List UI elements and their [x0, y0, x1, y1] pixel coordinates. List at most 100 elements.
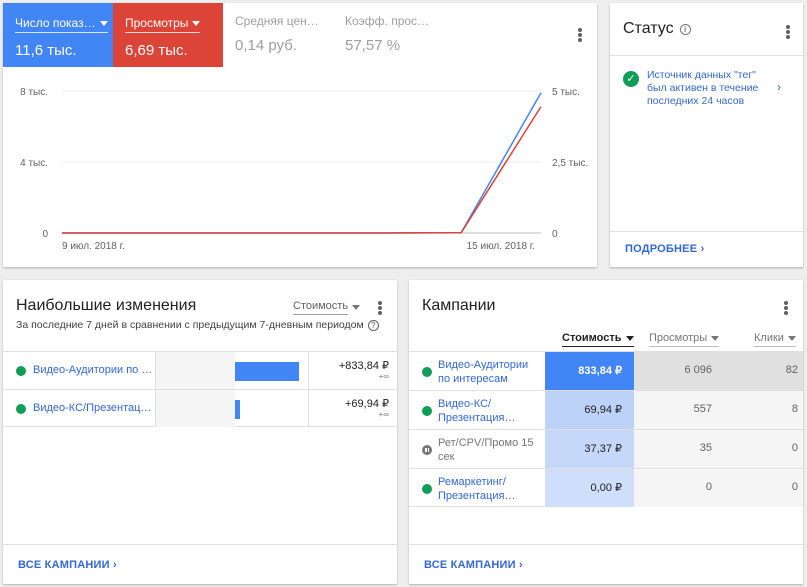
views-cell: 35 [634, 430, 722, 468]
table-row: Видео-Аудитории по … +833,84 ₽ +∞ [3, 351, 397, 389]
info-icon[interactable]: i [679, 23, 691, 35]
views-cell: 6 096 [634, 352, 722, 390]
x-axis-tick-label: 15 июл. 2018 г. [467, 241, 535, 252]
status-message: Источник данных "тег" был активен в тече… [647, 69, 759, 107]
change-bar [235, 400, 240, 419]
change-value: +69,94 ₽ [344, 398, 389, 410]
table-row: Ремаркетинг/ Презентация… 0,00 ₽ 0 0 [409, 468, 803, 507]
cost-cell: 0,00 ₽ [545, 469, 634, 507]
views-cell: 557 [634, 391, 722, 429]
right-axis-tick-label: 2,5 тыс. [552, 158, 588, 169]
series-line [62, 92, 542, 234]
metric-views-value: 6,69 тыс. [125, 42, 188, 59]
more-options-icon[interactable] [778, 298, 794, 318]
all-campaigns-link[interactable]: ВСЕ КАМПАНИИ › [424, 559, 523, 571]
cost-cell: 69,94 ₽ [545, 391, 634, 429]
column-header-cost[interactable]: Стоимость [562, 332, 634, 347]
dropdown-arrow-icon [352, 305, 361, 310]
dropdown-arrow-icon [99, 20, 108, 26]
x-axis-tick-label: 9 июл. 2018 г. [62, 241, 125, 252]
divider [610, 55, 803, 56]
line-chart: 0 4 тыс. 8 тыс. 0 2,5 тыс. 5 тыс. 9 июл. 2018 … [20, 87, 588, 252]
metric-view-rate[interactable]: Коэфф. прос… 57,57 % [333, 3, 443, 67]
status-active-icon [422, 484, 432, 494]
left-axis-tick-label: 0 [42, 229, 48, 240]
metric-impressions[interactable]: Число показ… 11,6 тыс. [3, 3, 113, 67]
changes-subtitle: За последние 7 дней в сравнении с предыд… [16, 319, 379, 331]
campaigns-card: Кампании Стоимость Просмотры Клики Видео… [409, 280, 803, 584]
status-message-row[interactable]: ✓ Источник данных "тег" был активен в те… [623, 69, 793, 108]
all-campaigns-link[interactable]: ВСЕ КАМПАНИИ › [18, 559, 117, 571]
sort-arrow-icon [625, 335, 634, 341]
change-delta: +∞ [378, 410, 389, 419]
metric-avg-cost-label: Средняя цен… [235, 14, 319, 28]
table-row: Рет/CPV/Промо 15 сек 37,37 ₽ 35 0 [409, 429, 803, 468]
divider [610, 231, 803, 232]
more-options-icon[interactable] [572, 25, 588, 45]
campaign-link[interactable]: Ремаркетинг/ Презентация… [438, 475, 542, 503]
table-row: Видео-КС/ Презентация… 69,94 ₽ 557 8 [409, 390, 803, 429]
clicks-cell: 0 [722, 430, 803, 468]
left-axis-tick-label: 8 тыс. [20, 87, 48, 98]
metric-selector[interactable]: Стоимость [293, 300, 361, 315]
dropdown-arrow-icon [787, 335, 796, 341]
status-paused-icon [422, 445, 432, 455]
status-active-icon [422, 406, 432, 416]
series-line [62, 106, 542, 234]
right-axis-tick-label: 5 тыс. [552, 87, 580, 98]
status-active-icon [422, 367, 432, 377]
table-row: Видео-КС/Презентац… +69,94 ₽ +∞ [3, 389, 397, 427]
biggest-changes-card: Наибольшие изменения Стоимость За послед… [3, 280, 397, 584]
metric-views-label: Просмотры [125, 16, 201, 33]
metric-impressions-value: 11,6 тыс. [15, 42, 77, 59]
check-circle-icon: ✓ [623, 71, 639, 87]
left-axis-tick-label: 4 тыс. [20, 158, 48, 169]
cost-cell: 37,37 ₽ [545, 430, 634, 468]
campaign-link[interactable]: Видео-КС/ Презентация… [438, 397, 542, 425]
help-icon[interactable]: ? [367, 319, 379, 331]
table-row: Видео-Аудитории по интересам 833,84 ₽ 6 … [409, 351, 803, 390]
column-header-views[interactable]: Просмотры [649, 332, 720, 347]
change-bar [235, 362, 299, 381]
campaign-link[interactable]: Рет/CPV/Промо 15 сек [438, 436, 542, 464]
status-title: Статус i [623, 20, 691, 38]
campaign-link[interactable]: Видео-КС/Презентац… [33, 402, 151, 414]
metric-view-rate-value: 57,57 % [345, 37, 401, 54]
bar-track [155, 352, 235, 389]
chevron-right-icon: › [518, 559, 523, 571]
change-value-cell: +69,94 ₽ +∞ [308, 390, 397, 427]
views-cell: 0 [634, 469, 722, 507]
metric-selector-value: Стоимость [293, 300, 349, 315]
change-value-cell: +833,84 ₽ +∞ [308, 352, 397, 389]
more-options-icon[interactable] [780, 22, 796, 42]
status-card: Статус i ✓ Источник данных "тег" был акт… [610, 3, 803, 267]
changes-title: Наибольшие изменения [16, 297, 197, 314]
campaign-link[interactable]: Видео-Аудитории по … [33, 364, 151, 376]
metric-views[interactable]: Просмотры 6,69 тыс. [113, 3, 223, 67]
more-options-icon[interactable] [372, 298, 388, 318]
clicks-cell: 8 [722, 391, 803, 429]
chevron-right-icon: › [700, 243, 705, 255]
metric-avg-cost[interactable]: Средняя цен… 0,14 руб. [223, 3, 333, 67]
chevron-right-icon: › [777, 80, 781, 94]
change-value: +833,84 ₽ [338, 360, 389, 372]
clicks-cell: 0 [722, 469, 803, 507]
campaign-link[interactable]: Видео-Аудитории по интересам [438, 358, 542, 386]
dropdown-arrow-icon [711, 335, 720, 341]
status-active-icon [16, 404, 26, 414]
column-header-clicks[interactable]: Клики [754, 332, 796, 347]
metric-view-rate-label: Коэфф. прос… [345, 14, 430, 28]
cost-cell: 833,84 ₽ [545, 352, 634, 390]
chevron-right-icon: › [112, 559, 117, 571]
dropdown-arrow-icon [192, 20, 201, 26]
change-delta: +∞ [378, 372, 389, 381]
metric-impressions-label: Число показ… [15, 16, 108, 33]
divider [3, 544, 397, 545]
right-axis-tick-label: 0 [552, 229, 558, 240]
performance-chart-card: Число показ… 11,6 тыс. Просмотры 6,69 ты… [3, 3, 597, 267]
bar-track [155, 390, 235, 427]
clicks-cell: 82 [722, 352, 803, 390]
divider [409, 544, 803, 545]
metric-avg-cost-value: 0,14 руб. [235, 37, 297, 54]
details-link[interactable]: ПОДРОБНЕЕ › [625, 243, 704, 255]
